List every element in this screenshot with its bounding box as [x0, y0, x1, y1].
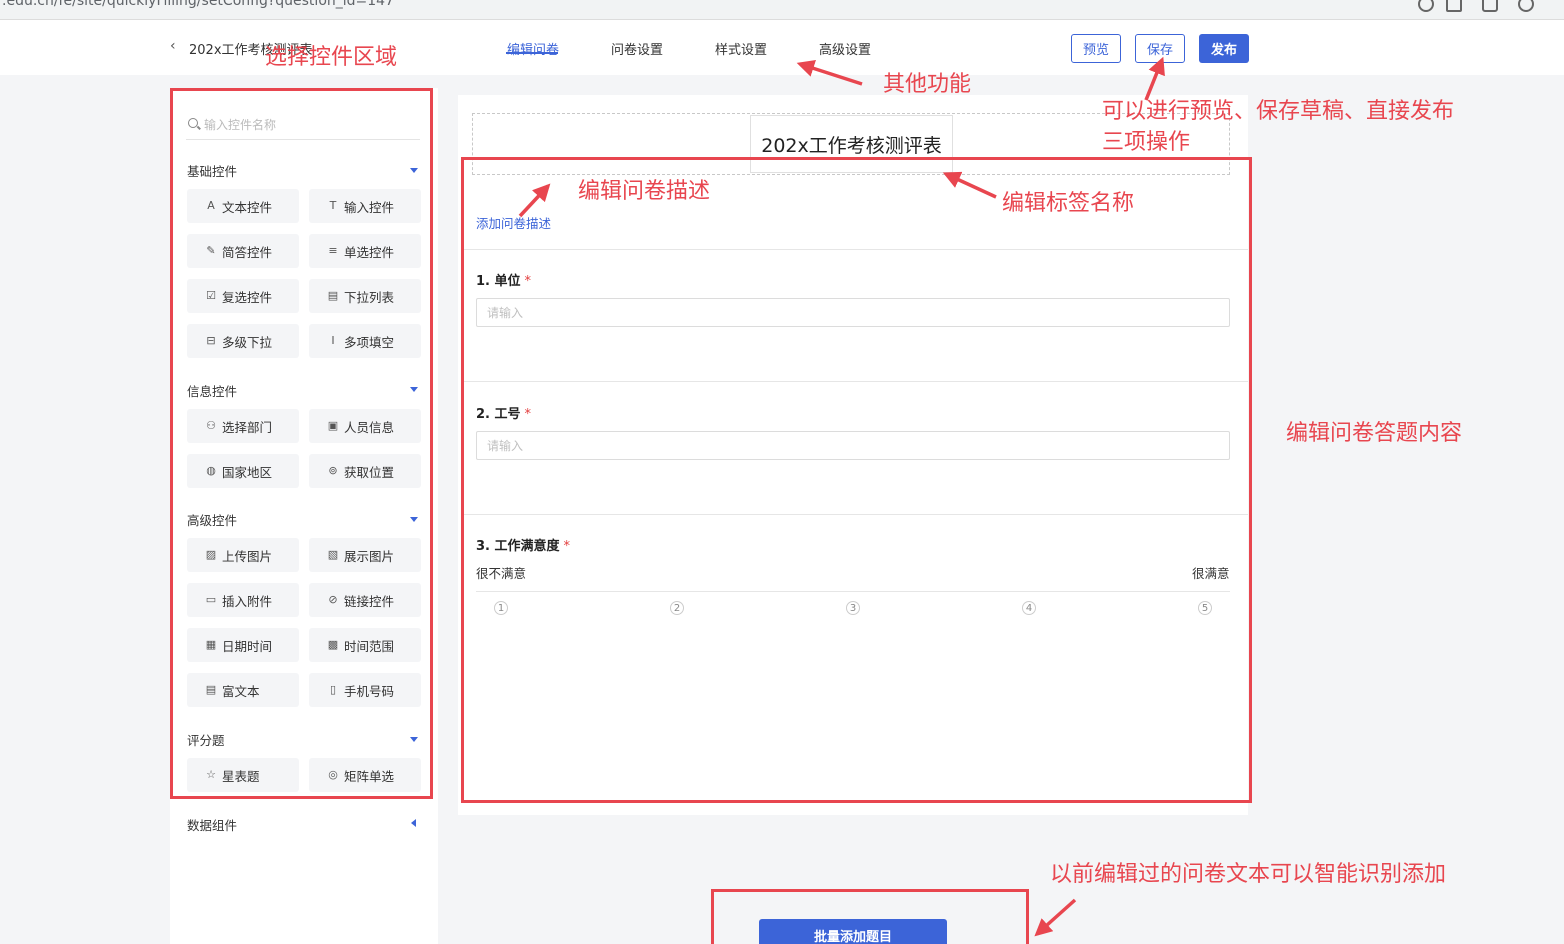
search-icon[interactable] — [1418, 0, 1434, 12]
star-icon[interactable] — [1446, 0, 1462, 12]
browser-address-bar: .edu.cn/fe/site/quicklyFilling/setConfig… — [0, 0, 1564, 20]
tab-style-settings[interactable]: 样式设置 — [715, 39, 767, 58]
annotation-smart-import: 以前编辑过的问卷文本可以智能识别添加 — [1050, 862, 1447, 887]
caret-left-icon[interactable] — [411, 819, 416, 827]
publish-button[interactable]: 发布 — [1199, 34, 1249, 63]
group-title-data[interactable]: 数据组件 — [187, 815, 237, 834]
tab-advanced-settings[interactable]: 高级设置 — [819, 39, 871, 58]
save-button[interactable]: 保存 — [1135, 34, 1185, 63]
preview-button[interactable]: 预览 — [1071, 34, 1121, 63]
annotation-save-ops-1: 可以进行预览、保存草稿、直接发布 — [1102, 99, 1455, 124]
extensions-icon[interactable] — [1482, 0, 1498, 12]
arrow-smart-import — [1034, 898, 1077, 937]
back-arrow-icon[interactable]: ‹ — [170, 38, 176, 54]
puzzle-icon[interactable] — [1518, 0, 1534, 12]
annotation-box-content — [461, 157, 1252, 803]
annotation-box-controls — [170, 88, 433, 799]
active-tab-indicator — [506, 52, 558, 54]
tab-survey-settings[interactable]: 问卷设置 — [611, 39, 663, 58]
top-bar: ‹ 202x工作考核测评表 编辑问卷 问卷设置 样式设置 高级设置 预览 保存 … — [0, 20, 1564, 75]
annotation-other-functions: 其他功能 — [883, 72, 972, 97]
annotation-edit-label: 编辑标签名称 — [1002, 191, 1135, 216]
annotation-edit-description: 编辑问卷描述 — [578, 179, 711, 204]
annotation-edit-content: 编辑问卷答题内容 — [1286, 421, 1463, 446]
annotation-save-ops-2: 三项操作 — [1102, 130, 1191, 155]
tab-edit-survey[interactable]: 编辑问卷 — [507, 39, 559, 58]
annotation-select-area: 选择控件区域 — [265, 45, 398, 70]
annotation-box-batch — [711, 889, 1029, 944]
url-text[interactable]: .edu.cn/fe/site/quicklyFilling/setConfig… — [2, 0, 394, 9]
